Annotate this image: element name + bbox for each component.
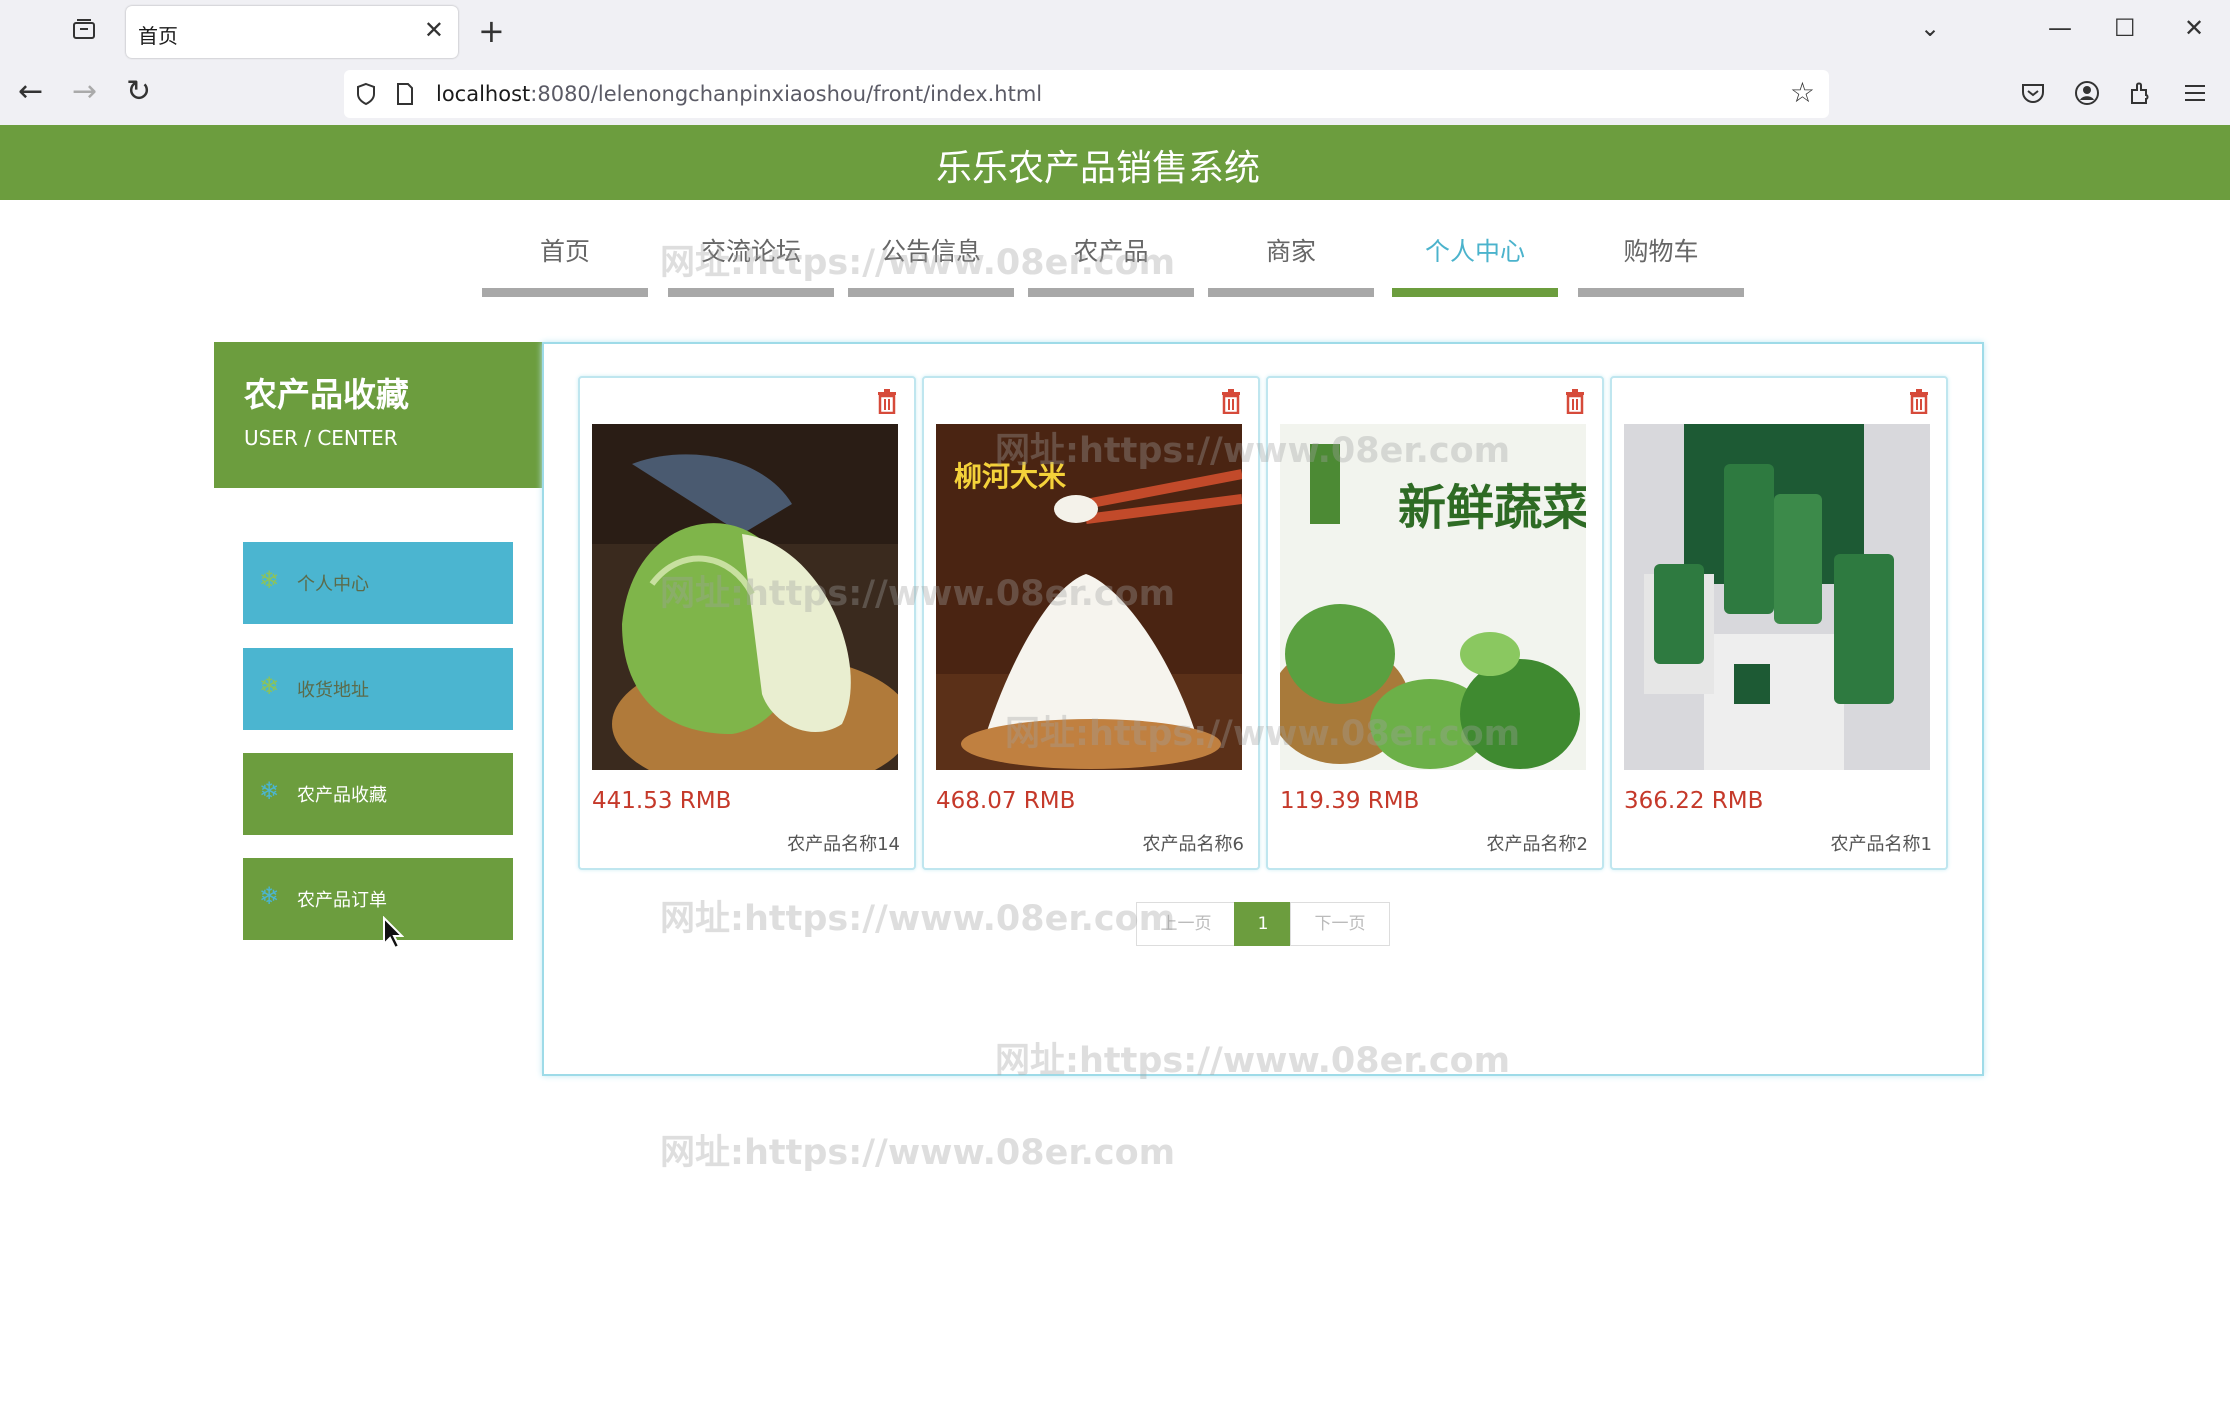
sidebar-item-user-center[interactable]: ❄ 个人中心 [243, 542, 513, 624]
trash-icon[interactable] [1220, 388, 1242, 414]
nav-label: 商家 [1265, 237, 1316, 266]
product-price: 119.39 RMB [1280, 788, 1420, 814]
watermark: 网址:https://www.08er.com [995, 1041, 1511, 1081]
tab-list-icon[interactable] [72, 18, 96, 40]
tab-bar: 首页 ✕ + ⌄ — ☐ ✕ [0, 0, 2230, 64]
maximize-icon[interactable]: ☐ [2114, 14, 2136, 42]
close-icon[interactable]: ✕ [424, 16, 444, 44]
url-text[interactable]: localhost:8080/lelenongchanpinxiaoshou/f… [436, 82, 1042, 106]
account-icon[interactable] [2074, 80, 2100, 106]
url-path: :8080/lelenongchanpinxiaoshou/front/inde… [530, 82, 1043, 106]
sidebar-item-label: 农产品订单 [297, 890, 387, 911]
page-icon [397, 83, 413, 105]
nav-label: 购物车 [1623, 237, 1699, 266]
forward-icon[interactable]: → [72, 74, 97, 109]
page-1-button[interactable]: 1 [1234, 902, 1292, 946]
sidebar-header: 农产品收藏 USER / CENTER [214, 342, 542, 488]
browser-tab[interactable]: 首页 ✕ [126, 6, 458, 58]
nav-item-cart[interactable]: 购物车 [1578, 228, 1744, 297]
watermark: 网址:https://www.08er.com [660, 243, 1176, 283]
extensions-icon[interactable] [2128, 80, 2154, 106]
window-close-icon[interactable]: ✕ [2184, 14, 2204, 42]
chevron-down-icon[interactable]: ⌄ [1920, 14, 1940, 42]
watermark: 网址:https://www.08er.com [660, 899, 1176, 939]
pocket-icon[interactable] [2020, 80, 2046, 106]
product-name: 农产品名称2 [1486, 834, 1588, 855]
tab-title: 首页 [138, 24, 178, 48]
mouse-cursor-icon [383, 916, 404, 950]
sidebar-title: 农产品收藏 [244, 375, 409, 414]
sidebar-item-orders[interactable]: ❄ 农产品订单 [243, 858, 513, 940]
watermark: 网址:https://www.08er.com [1005, 714, 1521, 754]
next-page-button[interactable]: 下一页 [1290, 902, 1390, 946]
sidebar-item-label: 农产品收藏 [297, 785, 387, 806]
shield-icon[interactable] [356, 82, 376, 106]
product-price: 366.22 RMB [1624, 788, 1764, 814]
bookmark-star-icon[interactable]: ☆ [1790, 76, 1815, 109]
product-price: 441.53 RMB [592, 788, 732, 814]
menu-icon[interactable] [2182, 80, 2208, 106]
watermark: 网址:https://www.08er.com [660, 1133, 1176, 1173]
back-icon[interactable]: ← [18, 74, 43, 109]
url-host: localhost [436, 82, 531, 106]
product-card[interactable]: 441.53 RMB 农产品名称14 [578, 376, 916, 870]
browser-chrome: 首页 ✕ + ⌄ — ☐ ✕ ← → ↻ localhost:8080/lele… [0, 0, 2230, 125]
site-header: 乐乐农产品销售系统 [0, 125, 2230, 200]
trash-icon[interactable] [876, 388, 898, 414]
nav-item-user-center[interactable]: 个人中心 [1392, 228, 1558, 297]
sidebar-item-label: 收货地址 [297, 680, 369, 701]
nav-label: 首页 [539, 237, 590, 266]
snowflake-icon: ❄ [259, 777, 280, 805]
sidebar-item-address[interactable]: ❄ 收货地址 [243, 648, 513, 730]
watermark: 网址:https://www.08er.com [995, 431, 1511, 471]
nav-label: 个人中心 [1424, 237, 1525, 266]
snowflake-icon: ❄ [259, 882, 280, 910]
trash-icon[interactable] [1564, 388, 1586, 414]
trash-icon[interactable] [1908, 388, 1930, 414]
nav-item-home[interactable]: 首页 [482, 228, 648, 297]
product-name: 农产品名称14 [787, 834, 900, 855]
snowflake-icon: ❄ [259, 672, 280, 700]
product-image-package[interactable] [1624, 424, 1930, 770]
watermark: 网址:https://www.08er.com [660, 574, 1176, 614]
reload-icon[interactable]: ↻ [126, 74, 151, 109]
new-tab-icon[interactable]: + [478, 12, 505, 50]
veg-title-label: 新鲜蔬菜 [1398, 480, 1586, 536]
product-name: 农产品名称6 [1142, 834, 1244, 855]
nav-item-merchants[interactable]: 商家 [1208, 228, 1374, 297]
product-card[interactable]: 366.22 RMB 农产品名称1 [1610, 376, 1948, 870]
snowflake-icon: ❄ [259, 566, 280, 594]
sidebar-item-label: 个人中心 [297, 574, 369, 595]
product-price: 468.07 RMB [936, 788, 1076, 814]
minimize-icon[interactable]: — [2048, 14, 2072, 42]
product-name: 农产品名称1 [1830, 834, 1932, 855]
site-title: 乐乐农产品销售系统 [935, 148, 1260, 189]
url-bar[interactable]: localhost:8080/lelenongchanpinxiaoshou/f… [344, 70, 1829, 118]
sidebar-item-favorites[interactable]: ❄ 农产品收藏 [243, 753, 513, 835]
sidebar-subtitle: USER / CENTER [244, 426, 398, 450]
